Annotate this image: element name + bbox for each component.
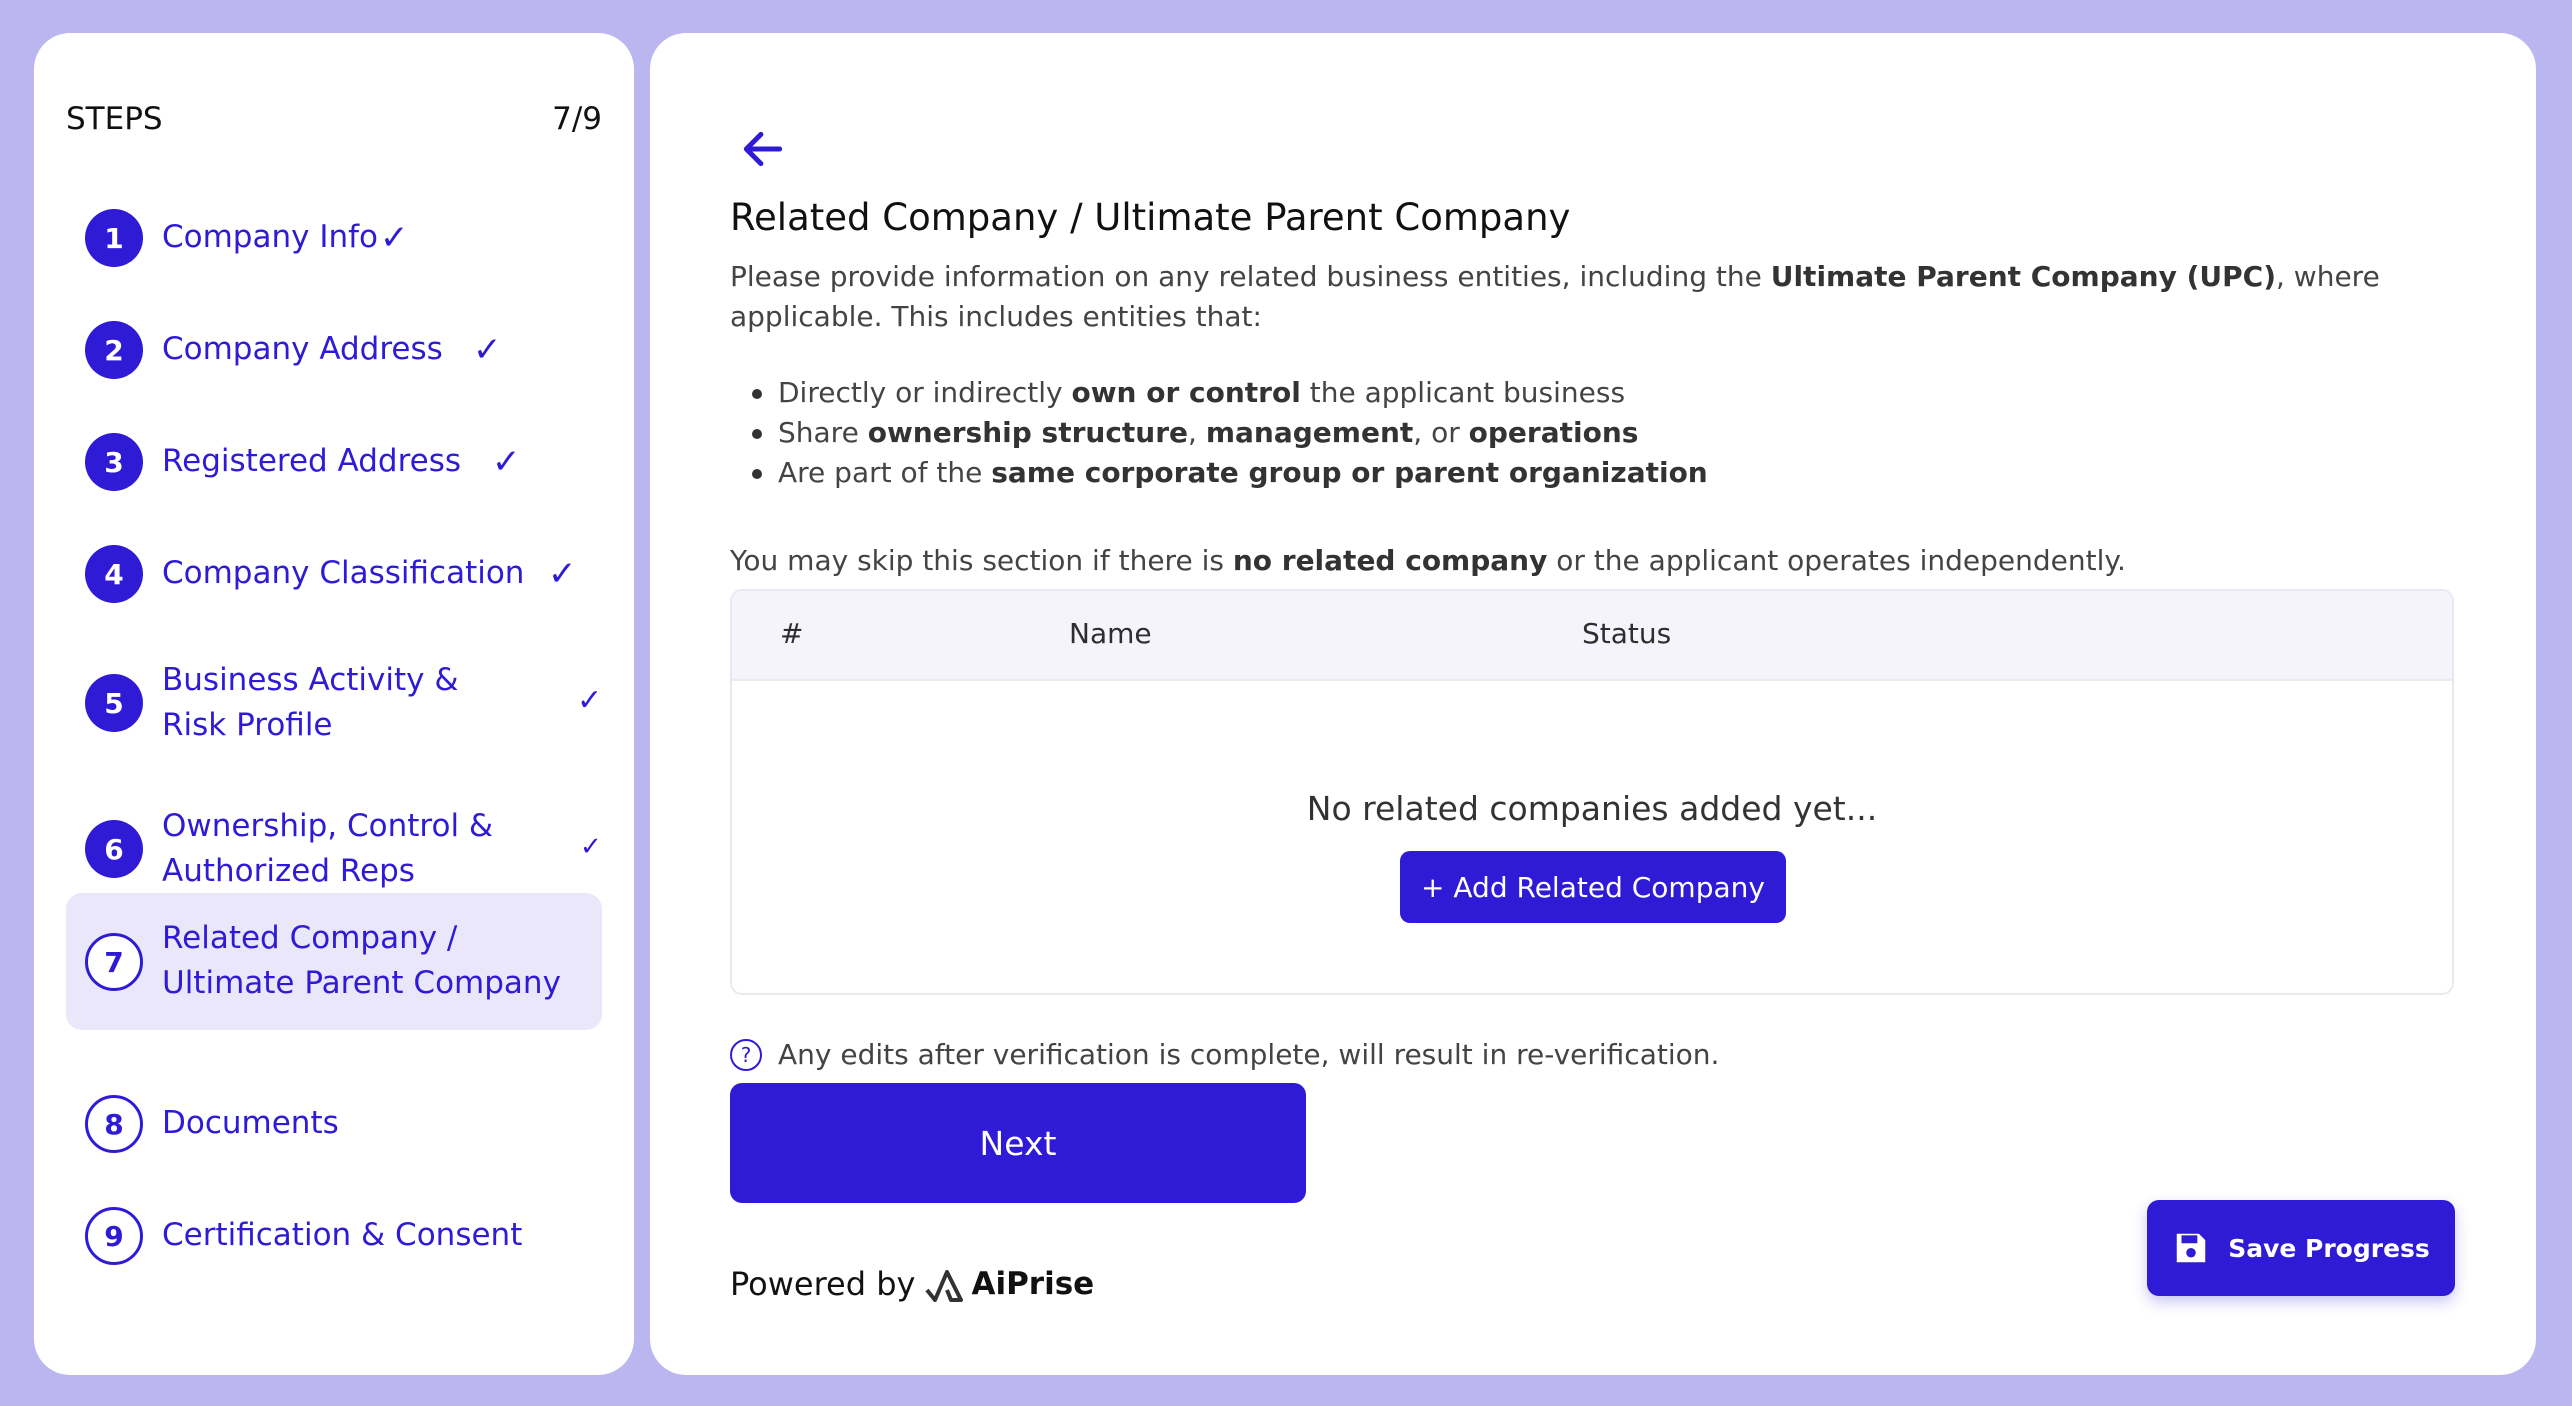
save-progress-label: Save Progress	[2228, 1233, 2430, 1263]
step-company-info[interactable]: 1 Company Info ✓	[66, 203, 602, 273]
step-label: Certification & Consent	[162, 1217, 523, 1253]
checkmark-icon: ✓	[580, 832, 602, 862]
bullet-text: ,	[1188, 416, 1206, 449]
checkmark-icon: ✓	[473, 330, 502, 370]
checkmark-icon: ✓	[548, 554, 577, 594]
skip-bold: no related company	[1232, 544, 1548, 577]
steps-header: STEPS 7/9	[66, 101, 602, 137]
step-label: Business Activity & Risk Profile	[162, 662, 459, 743]
column-header-status: Status	[1582, 617, 1672, 650]
column-header-number: #	[780, 617, 804, 650]
step-label: Company Address	[162, 331, 443, 367]
entity-criteria-list: Directly or indirectly own or control th…	[730, 373, 2330, 493]
step-related-company[interactable]: 7 Related Company / Ultimate Parent Comp…	[66, 893, 602, 1030]
skip-note: You may skip this section if there is no…	[730, 541, 2126, 581]
column-header-name: Name	[1069, 617, 1152, 650]
step-number: 9	[85, 1207, 143, 1265]
steps-title: STEPS	[66, 101, 163, 137]
step-label: Documents	[162, 1105, 339, 1141]
checkmark-icon: ✓	[380, 218, 409, 258]
step-number: 8	[85, 1095, 143, 1153]
step-label: Registered Address	[162, 443, 462, 479]
steps-sidebar: STEPS 7/9 1 Company Info ✓ 2 Company Add…	[34, 33, 634, 1375]
bullet-bold: management	[1205, 416, 1414, 449]
step-company-classification[interactable]: 4 Company Classification ✓	[66, 539, 602, 609]
intro-part: Please provide information on any relate…	[730, 260, 1771, 293]
bullet-bold: ownership structure	[867, 416, 1189, 449]
steps-progress: 7/9	[552, 101, 602, 137]
step-number: 4	[85, 545, 143, 603]
save-progress-button[interactable]: Save Progress	[2147, 1200, 2455, 1296]
intro-bold: Ultimate Parent Company (UPC)	[1770, 260, 2276, 293]
powered-by-label: Powered by	[730, 1265, 916, 1303]
empty-state-text: No related companies added yet...	[1306, 789, 1878, 828]
step-number: 6	[85, 820, 143, 878]
next-button[interactable]: Next	[730, 1083, 1306, 1203]
related-companies-table: # Name Status No related companies added…	[730, 589, 2454, 995]
floppy-disk-icon	[2176, 1233, 2206, 1263]
list-item: Share ownership structure, management, o…	[730, 413, 2330, 453]
bullet-text: Share	[778, 416, 868, 449]
step-registered-address[interactable]: 3 Registered Address ✓	[66, 427, 602, 497]
intro-text: Please provide information on any relate…	[730, 257, 2450, 337]
notice-text: Any edits after verification is complete…	[778, 1038, 1720, 1071]
bullet-bold: same corporate group or parent organizat…	[991, 456, 1708, 489]
step-documents[interactable]: 8 Documents	[66, 1089, 602, 1159]
bullet-bold: own or control	[1071, 376, 1301, 409]
bullet-text: the applicant business	[1300, 376, 1626, 409]
reverification-notice: ? Any edits after verification is comple…	[730, 1038, 1719, 1071]
step-label: Related Company / Ultimate Parent Compan…	[162, 920, 561, 1001]
skip-text: You may skip this section if there is	[730, 544, 1233, 577]
add-related-company-button[interactable]: + Add Related Company	[1400, 851, 1786, 923]
step-label: Company Classification	[162, 555, 525, 591]
brand-logo: AiPrise	[925, 1266, 1094, 1302]
step-ownership-control[interactable]: 6 Ownership, Control & Authorized Reps ✓	[66, 797, 602, 901]
bullet-text: , or	[1413, 416, 1469, 449]
step-number: 7	[85, 933, 143, 991]
checkmark-icon: ✓	[577, 683, 603, 718]
step-number: 1	[85, 209, 143, 267]
skip-text: or the applicant operates independently.	[1547, 544, 2126, 577]
bullet-text: Directly or indirectly	[778, 376, 1072, 409]
bullet-text: Are part of the	[778, 456, 992, 489]
page-title: Related Company / Ultimate Parent Compan…	[730, 196, 1571, 239]
list-item: Directly or indirectly own or control th…	[730, 373, 2330, 413]
question-circle-icon: ?	[730, 1038, 762, 1071]
step-number: 3	[85, 433, 143, 491]
aiprise-logo-icon	[925, 1270, 964, 1302]
step-number: 2	[85, 321, 143, 379]
brand-name: AiPrise	[971, 1266, 1095, 1302]
step-label: Company Info	[162, 219, 379, 255]
powered-by: Powered by AiPrise	[730, 1265, 1094, 1303]
list-item: Are part of the same corporate group or …	[730, 453, 2330, 493]
step-label: Ownership, Control & Authorized Reps	[162, 808, 494, 889]
step-business-activity[interactable]: 5 Business Activity & Risk Profile ✓	[66, 651, 602, 755]
main-panel: Related Company / Ultimate Parent Compan…	[650, 33, 2536, 1375]
arrow-left-icon[interactable]	[738, 124, 788, 174]
step-certification[interactable]: 9 Certification & Consent	[66, 1201, 602, 1271]
table-header: # Name Status	[732, 591, 2452, 681]
checkmark-icon: ✓	[492, 442, 521, 482]
step-number: 5	[85, 674, 143, 732]
bullet-bold: operations	[1468, 416, 1639, 449]
step-company-address[interactable]: 2 Company Address ✓	[66, 315, 602, 385]
